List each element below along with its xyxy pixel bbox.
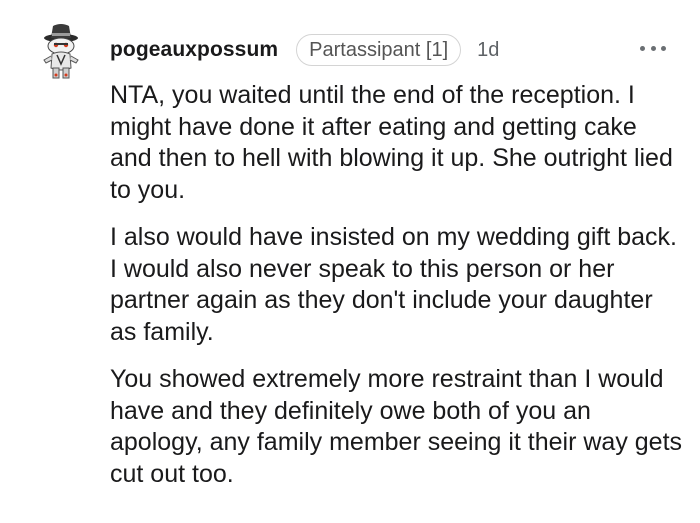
comment: pogeauxpossum Partassipant [1] 1d NTA, y…	[0, 0, 700, 523]
comment-body: NTA, you waited until the end of the rec…	[110, 80, 685, 506]
snoo-avatar-fedora-icon	[43, 24, 79, 79]
user-avatar[interactable]	[40, 20, 82, 82]
username-link[interactable]: pogeauxpossum	[110, 38, 278, 62]
comment-paragraph: You showed extremely more restraint than…	[110, 365, 683, 488]
comment-paragraph: NTA, you waited until the end of the rec…	[110, 81, 673, 204]
user-flair-badge: Partassipant [1]	[296, 34, 462, 66]
comment-timestamp[interactable]: 1d	[477, 39, 499, 62]
comment-header: pogeauxpossum Partassipant [1] 1d	[110, 34, 499, 66]
comment-paragraph: I also would have insisted on my wedding…	[110, 223, 677, 346]
more-dot	[640, 45, 645, 51]
more-dot	[650, 45, 656, 51]
more-dot	[661, 45, 666, 51]
more-options-icon[interactable]	[640, 40, 666, 56]
